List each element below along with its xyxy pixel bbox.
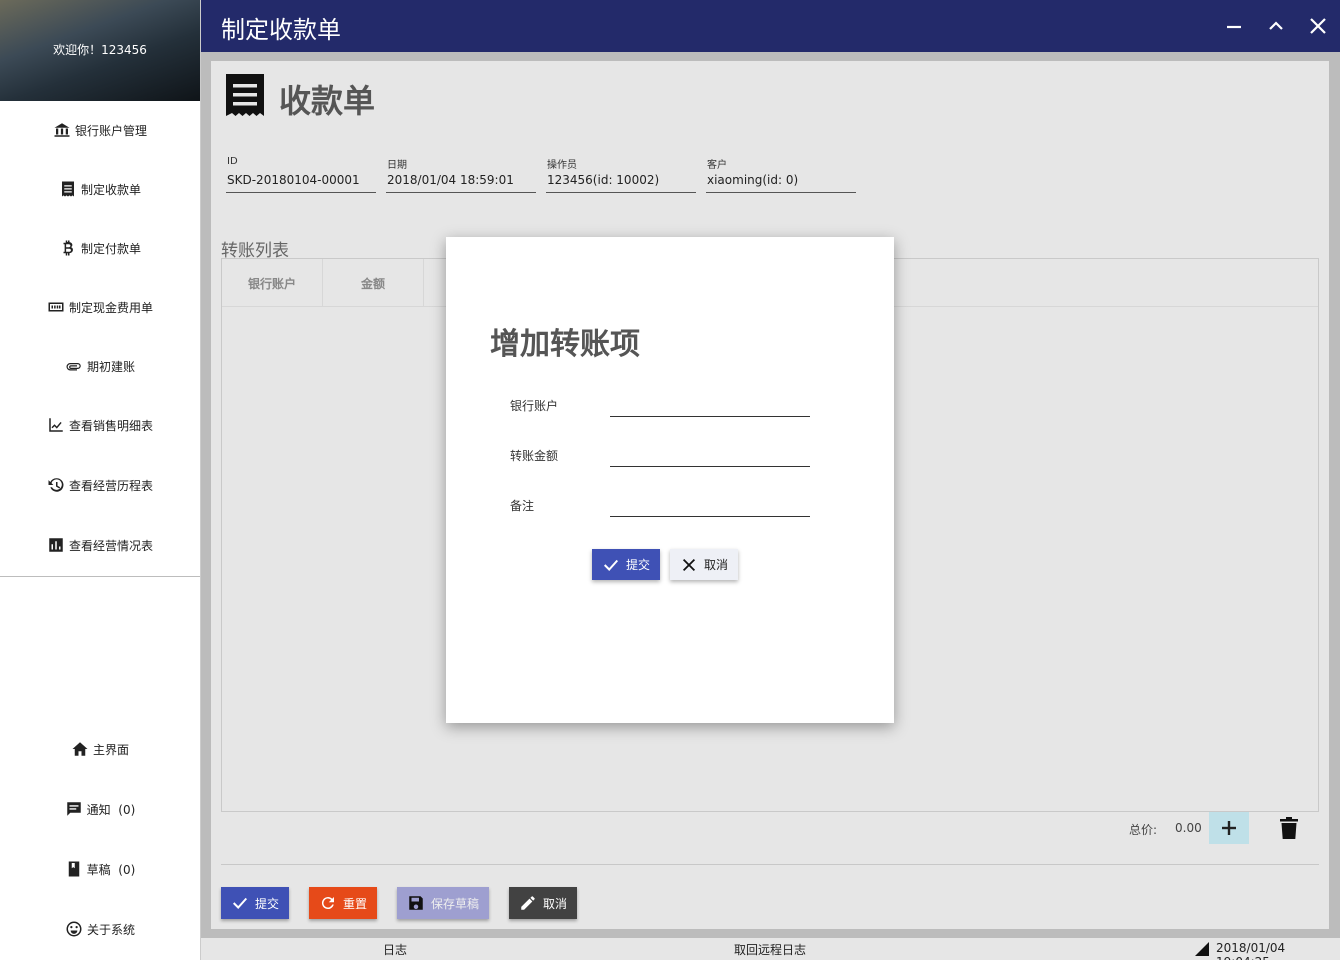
bank-icon bbox=[54, 123, 70, 137]
window-title: 制定收款单 bbox=[221, 16, 341, 44]
remark-label: 备注 bbox=[510, 499, 535, 513]
delete-transfer-button[interactable] bbox=[1279, 816, 1299, 840]
operator-field: 操作员 123456(id: 10002) bbox=[546, 156, 696, 193]
receipt-icon bbox=[61, 181, 74, 197]
add-transfer-button[interactable] bbox=[1209, 812, 1249, 844]
home-icon bbox=[72, 742, 88, 756]
maximize-button[interactable] bbox=[1262, 12, 1290, 40]
column-header-amount[interactable]: 金额 bbox=[323, 259, 424, 307]
trash-icon bbox=[1280, 817, 1298, 839]
minimize-button[interactable] bbox=[1220, 12, 1248, 40]
message-icon bbox=[66, 802, 81, 816]
sidebar-item-business-history[interactable]: 查看经营历程表 bbox=[0, 465, 200, 505]
close-button[interactable] bbox=[1304, 12, 1332, 40]
resize-grip-icon[interactable] bbox=[1195, 942, 1209, 956]
total-value: 0.00 bbox=[1175, 821, 1202, 835]
smiley-icon bbox=[66, 921, 82, 937]
date-field: 日期 2018/01/04 18:59:01 bbox=[386, 156, 536, 193]
add-transfer-dialog: 增加转账项 银行账户 转账金额 备注 提交 取消 bbox=[446, 237, 894, 723]
bank-account-label: 银行账户 bbox=[510, 399, 559, 413]
sidebar-item-make-receipt[interactable]: 制定收款单 bbox=[0, 169, 200, 209]
actions-divider bbox=[221, 864, 1319, 865]
status-bar: 日志 取回远程日志 2018/01/04 19:04:25 bbox=[201, 938, 1340, 960]
dialog-cancel-button[interactable]: 取消 bbox=[670, 549, 738, 580]
check-icon bbox=[603, 559, 619, 571]
sidebar-item-drafts[interactable]: 草稿 (0) bbox=[0, 849, 200, 889]
log-link[interactable]: 日志 bbox=[383, 941, 407, 958]
trending-up-icon bbox=[49, 418, 63, 432]
reset-button[interactable]: 重置 bbox=[309, 887, 377, 919]
title-bar: 制定收款单 bbox=[201, 0, 1340, 52]
save-icon bbox=[409, 896, 423, 910]
dialog-submit-button[interactable]: 提交 bbox=[592, 549, 660, 580]
cash-icon bbox=[48, 302, 64, 312]
total-label: 总价: bbox=[1129, 823, 1158, 837]
check-icon bbox=[232, 897, 248, 909]
transfer-amount-label: 转账金额 bbox=[510, 449, 559, 463]
bitcoin-icon bbox=[63, 240, 73, 256]
close-icon bbox=[1310, 18, 1326, 34]
sidebar: 欢迎你！123456 银行账户管理 制定收款单 制定付款单 制定现金费用单 期初… bbox=[0, 0, 201, 960]
history-icon bbox=[48, 478, 64, 492]
sidebar-item-opening-accounts[interactable]: 期初建账 bbox=[0, 346, 200, 386]
sidebar-item-sales-detail[interactable]: 查看销售明细表 bbox=[0, 405, 200, 445]
paperclip-icon bbox=[66, 363, 81, 371]
sidebar-item-make-cash-expense[interactable]: 制定现金费用单 bbox=[0, 287, 200, 327]
sidebar-header: 欢迎你！123456 bbox=[0, 0, 200, 101]
cancel-button[interactable]: 取消 bbox=[509, 887, 577, 919]
save-draft-button[interactable]: 保存草稿 bbox=[397, 887, 489, 919]
fetch-remote-log-link[interactable]: 取回远程日志 bbox=[734, 941, 806, 958]
pencil-icon bbox=[521, 896, 535, 910]
close-icon bbox=[682, 558, 696, 571]
book-icon bbox=[68, 861, 79, 877]
minimize-icon bbox=[1227, 25, 1241, 29]
sidebar-item-about[interactable]: 关于系统 bbox=[0, 909, 200, 949]
id-field: ID SKD-20180104-00001 bbox=[226, 156, 376, 193]
transfer-amount-input[interactable] bbox=[610, 445, 810, 467]
sidebar-divider bbox=[0, 576, 200, 577]
remark-input[interactable] bbox=[610, 495, 810, 517]
plus-icon bbox=[1222, 821, 1236, 835]
customer-field[interactable]: 客户 xiaoming(id: 0) bbox=[706, 156, 856, 193]
receipt-icon bbox=[226, 74, 264, 116]
page-title: 收款单 bbox=[279, 82, 376, 120]
sidebar-item-make-payment[interactable]: 制定付款单 bbox=[0, 228, 200, 268]
bank-account-input[interactable] bbox=[610, 395, 810, 417]
submit-button[interactable]: 提交 bbox=[221, 887, 289, 919]
column-header-bank-account[interactable]: 银行账户 bbox=[222, 259, 323, 307]
sidebar-item-business-status[interactable]: 查看经营情况表 bbox=[0, 525, 200, 565]
sidebar-item-home[interactable]: 主界面 bbox=[0, 729, 200, 769]
refresh-icon bbox=[321, 897, 334, 910]
sidebar-item-bank-accounts[interactable]: 银行账户管理 bbox=[0, 110, 200, 150]
sidebar-item-notifications[interactable]: 通知 (0) bbox=[0, 789, 200, 829]
welcome-text: 欢迎你！123456 bbox=[53, 43, 147, 57]
bar-chart-icon bbox=[49, 538, 63, 552]
chevron-up-icon bbox=[1269, 21, 1283, 30]
status-datetime: 2018/01/04 19:04:25 bbox=[1216, 941, 1286, 960]
dialog-title: 增加转账项 bbox=[490, 327, 640, 362]
